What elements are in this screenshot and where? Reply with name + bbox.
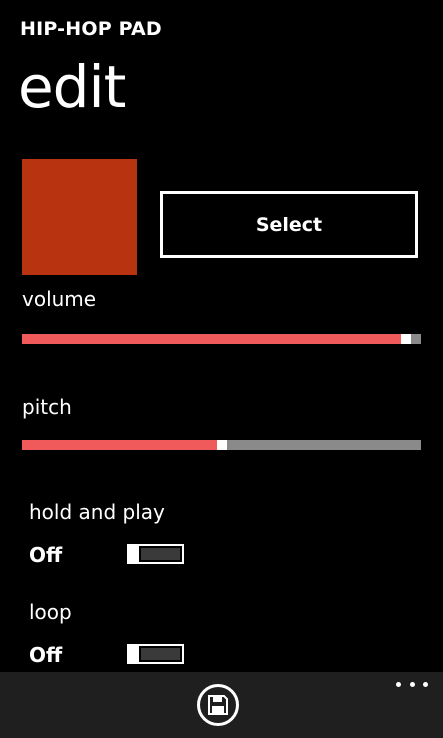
select-button-label: Select bbox=[255, 213, 323, 236]
hold-and-play-toggle-track bbox=[141, 548, 180, 560]
more-dot-icon bbox=[409, 681, 415, 687]
pitch-slider-thumb[interactable] bbox=[217, 440, 227, 450]
volume-slider-thumb[interactable] bbox=[401, 334, 411, 344]
loop-toggle-knob bbox=[127, 644, 139, 664]
loop-toggle[interactable] bbox=[127, 644, 184, 664]
pitch-slider-fill bbox=[22, 440, 217, 450]
volume-slider[interactable] bbox=[22, 334, 421, 344]
loop-state: Off bbox=[29, 643, 63, 667]
hold-and-play-state: Off bbox=[29, 543, 63, 567]
page-title: edit bbox=[18, 53, 126, 121]
more-dot-icon bbox=[423, 681, 428, 687]
pitch-slider[interactable] bbox=[22, 440, 421, 450]
hold-and-play-label: hold and play bbox=[29, 500, 165, 524]
hold-and-play-toggle[interactable] bbox=[127, 544, 184, 564]
app-title: HIP-HOP PAD bbox=[20, 18, 162, 40]
app-bar bbox=[0, 672, 443, 738]
volume-label: volume bbox=[22, 287, 97, 311]
volume-slider-fill bbox=[22, 334, 401, 344]
select-button[interactable]: Select bbox=[160, 191, 418, 258]
loop-toggle-track bbox=[141, 648, 180, 660]
pitch-label: pitch bbox=[22, 395, 72, 419]
more-dot-icon bbox=[396, 681, 401, 687]
pad-color-swatch[interactable] bbox=[22, 159, 137, 275]
save-icon bbox=[208, 695, 228, 715]
save-button[interactable] bbox=[197, 684, 239, 726]
hold-and-play-toggle-knob bbox=[127, 544, 139, 564]
more-button[interactable] bbox=[396, 676, 428, 692]
loop-label: loop bbox=[29, 600, 72, 624]
